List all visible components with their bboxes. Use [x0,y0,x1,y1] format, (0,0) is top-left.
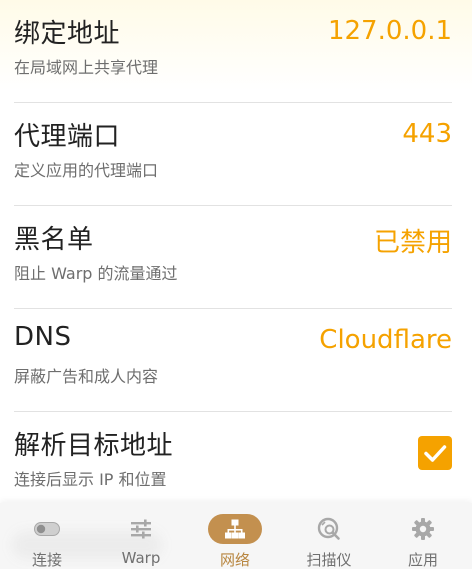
nav-item-apps[interactable]: 应用 [376,503,470,569]
setting-bind-address[interactable]: 绑定地址 在局域网上共享代理 127.0.0.1 [0,0,472,103]
setting-value: Cloudflare [319,325,452,355]
resolve-target-checkbox[interactable] [418,436,452,470]
network-icon [225,519,245,539]
setting-title: 代理端口 [14,122,121,152]
setting-resolve-target[interactable]: 解析目标地址 连接后显示 IP 和位置 [0,412,472,515]
gear-icon [412,518,434,540]
setting-value: 443 [402,119,452,149]
scanner-icon [317,517,340,540]
setting-dns[interactable]: DNS 屏蔽广告和成人内容 Cloudflare [0,309,472,412]
setting-subtitle: 在局域网上共享代理 [14,58,159,77]
nav-label: 连接 [31,551,62,569]
setting-subtitle: 定义应用的代理端口 [14,161,159,180]
nav-item-warp[interactable]: Warp [94,503,188,569]
nav-item-connect[interactable]: 连接 [0,503,94,569]
nav-label: Warp [121,549,161,567]
setting-value: 127.0.0.1 [327,16,452,46]
settings-list: 绑定地址 在局域网上共享代理 127.0.0.1 代理端口 定义应用的代理端口 … [0,0,472,515]
nav-item-scanner[interactable]: 扫描仪 [282,503,376,569]
setting-title: 黑名单 [14,225,94,255]
bottom-navigation: 连接 Warp 网络 扫描仪 应用 [0,503,472,569]
setting-subtitle: 阻止 Warp 的流量通过 [14,264,178,283]
setting-subtitle: 屏蔽广告和成人内容 [14,367,159,386]
setting-proxy-port[interactable]: 代理端口 定义应用的代理端口 443 [0,103,472,206]
checkmark-icon [424,445,447,462]
nav-item-network[interactable]: 网络 [188,503,282,569]
nav-icon-container [396,514,450,544]
setting-blacklist[interactable]: 黑名单 阻止 Warp 的流量通过 已禁用 [0,206,472,309]
setting-subtitle: 连接后显示 IP 和位置 [14,470,167,489]
setting-value: 已禁用 [373,228,452,258]
nav-icon-container [20,514,74,544]
nav-label: 扫描仪 [306,551,352,569]
network-settings-screen: 绑定地址 在局域网上共享代理 127.0.0.1 代理端口 定义应用的代理端口 … [0,0,472,569]
setting-title: 解析目标地址 [14,431,174,461]
nav-icon-container [302,514,356,544]
toggle-icon [34,522,60,536]
setting-title: 绑定地址 [14,19,121,49]
nav-icon-container-active [208,514,262,544]
sliders-icon [131,519,151,539]
nav-icon-container [114,514,168,544]
setting-title: DNS [14,322,72,352]
nav-label: 应用 [407,551,438,569]
nav-label: 网络 [219,551,250,569]
